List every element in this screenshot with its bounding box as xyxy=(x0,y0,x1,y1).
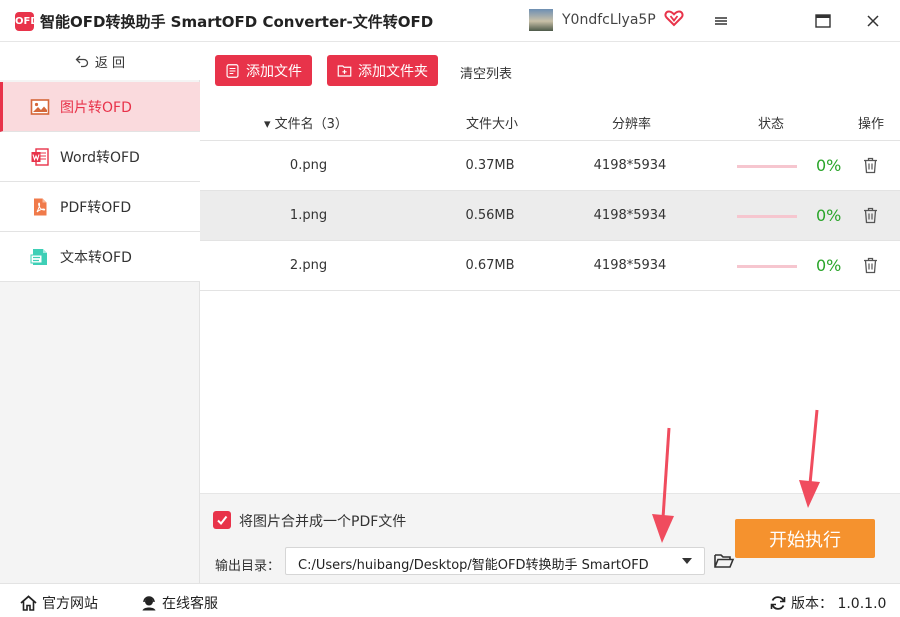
file-size: 0.67MB xyxy=(465,258,515,273)
merge-checkbox[interactable] xyxy=(213,511,231,529)
back-label: 返 回 xyxy=(94,55,126,71)
chevron-down-icon xyxy=(682,558,692,564)
title-bar: OFD 智能OFD转换助手 SmartOFD Converter-文件转OFD … xyxy=(0,0,900,42)
start-button[interactable]: 开始执行 xyxy=(735,519,875,558)
file-size: 0.56MB xyxy=(465,208,515,223)
official-website-link[interactable]: 官方网站 xyxy=(20,593,98,613)
column-header-action: 操作 xyxy=(858,117,885,132)
table-row[interactable]: 0.png 0.37MB 4198*5934 0% xyxy=(200,141,900,191)
vip-heart-icon[interactable] xyxy=(664,8,684,28)
file-table-header: ▾ 文件名（3） 文件大小 分辨率 状态 操作 xyxy=(200,101,900,141)
window-title: 智能OFD转换助手 SmartOFD Converter-文件转OFD xyxy=(40,13,434,31)
minimize-button[interactable] xyxy=(706,6,736,36)
annotation-arrow xyxy=(652,427,674,543)
close-button[interactable] xyxy=(858,6,888,36)
customer-service-icon xyxy=(142,596,156,611)
sidebar-item-pdf-to-ofd[interactable]: PDF转OFD xyxy=(0,182,200,232)
column-header-name[interactable]: ▾ 文件名（3） xyxy=(264,113,348,132)
add-file-icon xyxy=(226,63,239,78)
sidebar-item-image-to-ofd[interactable]: 图片转OFD xyxy=(0,82,200,132)
version-info[interactable]: 版本： 1.0.1.0 xyxy=(770,593,886,613)
clear-list-button[interactable]: 清空列表 xyxy=(460,63,512,82)
table-row[interactable]: 1.png 0.56MB 4198*5934 0% xyxy=(200,191,900,241)
back-button[interactable]: 返 回 xyxy=(0,42,200,80)
minimize-icon xyxy=(715,17,727,25)
status-percent: 0% xyxy=(816,256,842,275)
checkmark-icon xyxy=(217,515,228,526)
maximize-icon xyxy=(815,14,831,28)
status-percent: 0% xyxy=(816,156,842,175)
sidebar-item-text-to-ofd[interactable]: 文本转OFD xyxy=(0,232,200,282)
output-dir-select[interactable]: C:/Users/huibang/Desktop/智能OFD转换助手 Smart… xyxy=(285,547,705,575)
table-row[interactable]: 2.png 0.67MB 4198*5934 0% xyxy=(200,241,900,291)
add-folder-icon xyxy=(337,64,352,77)
status-bar: 官方网站 在线客服 版本： 1.0.1.0 xyxy=(0,583,900,617)
online-service-label: 在线客服 xyxy=(162,596,218,612)
delete-icon[interactable] xyxy=(863,157,878,174)
delete-icon[interactable] xyxy=(863,207,878,224)
close-icon xyxy=(867,15,879,27)
merge-checkbox-label[interactable]: 将图片合并成一个PDF文件 xyxy=(239,511,406,531)
sidebar-item-label: 文本转OFD xyxy=(60,249,132,266)
file-size: 0.37MB xyxy=(465,158,515,173)
text-file-icon xyxy=(30,248,47,265)
column-header-size: 文件大小 xyxy=(466,117,519,132)
file-name: 1.png xyxy=(289,208,328,223)
sidebar: 返 回 图片转OFD Word转OFD PDF转OFD 文本转OFD xyxy=(0,42,200,583)
word-icon xyxy=(31,147,49,166)
back-arrow-icon xyxy=(75,55,89,68)
add-file-button[interactable]: 添加文件 xyxy=(215,55,312,86)
user-name[interactable]: Y0ndfcLlya5P xyxy=(562,12,656,28)
add-folder-label: 添加文件夹 xyxy=(358,63,428,80)
user-avatar[interactable] xyxy=(529,9,553,31)
file-name: 0.png xyxy=(289,158,328,173)
file-resolution: 4198*5934 xyxy=(593,258,667,273)
progress-bar xyxy=(737,165,797,168)
sidebar-item-label: PDF转OFD xyxy=(60,199,132,216)
sidebar-item-label: 图片转OFD xyxy=(60,99,132,116)
annotation-arrow xyxy=(799,409,820,508)
delete-icon[interactable] xyxy=(863,257,878,274)
refresh-icon xyxy=(770,596,786,610)
maximize-button[interactable] xyxy=(808,6,838,36)
file-name: 2.png xyxy=(289,258,328,273)
output-dir-path: C:/Users/huibang/Desktop/智能OFD转换助手 Smart… xyxy=(298,558,649,573)
file-resolution: 4198*5934 xyxy=(593,208,667,223)
add-file-label: 添加文件 xyxy=(246,63,302,80)
add-folder-button[interactable]: 添加文件夹 xyxy=(327,55,438,86)
version-label: 版本： 1.0.1.0 xyxy=(791,596,887,612)
progress-bar xyxy=(737,265,797,268)
online-service-link[interactable]: 在线客服 xyxy=(141,593,218,613)
folder-open-icon[interactable] xyxy=(713,551,735,571)
official-website-label: 官方网站 xyxy=(42,596,98,612)
image-icon xyxy=(30,98,50,115)
status-percent: 0% xyxy=(816,206,842,225)
sidebar-item-word-to-ofd[interactable]: Word转OFD xyxy=(0,132,200,182)
progress-bar xyxy=(737,215,797,218)
file-resolution: 4198*5934 xyxy=(593,158,667,173)
column-header-status: 状态 xyxy=(758,117,785,132)
column-header-resolution: 分辨率 xyxy=(612,117,652,132)
sidebar-item-label: Word转OFD xyxy=(60,149,140,166)
app-logo: OFD xyxy=(15,12,39,31)
pdf-icon xyxy=(34,198,47,215)
output-dir-label: 输出目录： xyxy=(215,559,281,574)
home-icon xyxy=(20,595,37,611)
